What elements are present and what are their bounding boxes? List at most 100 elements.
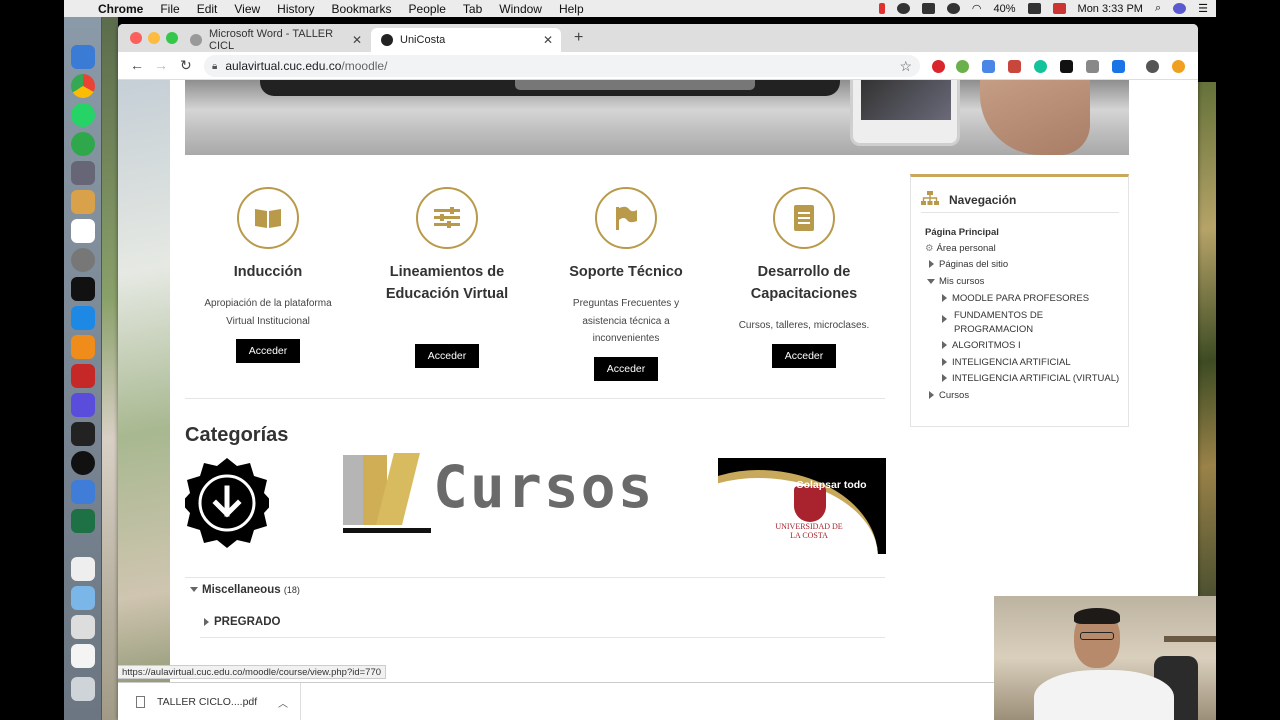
record-icon[interactable] [878,3,885,14]
back-icon[interactable]: ← [130,57,144,73]
terminal-icon[interactable] [71,277,95,301]
lock-icon: 🔒︎ [212,60,218,72]
menu-tab[interactable]: Tab [463,2,482,16]
chevron-up-icon[interactable]: ︿ [278,695,288,710]
bookmark-star-icon[interactable]: ☆ [899,58,912,75]
navigation-title: Navegación [949,192,1017,207]
tab-unicosta[interactable]: UniCosta ✕ [371,28,561,52]
calendar-icon[interactable] [71,219,95,243]
nav-course-item[interactable]: INTELIGENCIA ARTIFICIAL [942,357,1071,368]
acceder-button[interactable]: Acceder [593,356,659,381]
status-app-icon[interactable] [896,3,910,14]
acceder-button[interactable]: Acceder [414,344,480,368]
finder-icon[interactable] [71,45,95,69]
launchpad-icon[interactable] [71,161,95,185]
obs-icon[interactable] [71,451,95,475]
nav-site-pages[interactable]: Páginas del sitio [929,259,1008,270]
minimize-window-icon[interactable] [148,32,160,44]
nav-home-link[interactable]: Página Principal [925,227,999,238]
zoom-window-icon[interactable] [166,32,178,44]
folder-icon[interactable] [71,586,95,610]
battery-icon[interactable] [1027,3,1041,14]
filezilla-icon[interactable] [71,364,95,388]
document-icon[interactable] [71,557,95,581]
nav-course-item[interactable]: INTELIGENCIA ARTIFICIAL (VIRTUAL) [942,373,1119,384]
menu-help[interactable]: Help [559,2,584,16]
close-tab-icon[interactable]: ✕ [352,33,362,47]
flag-icon[interactable] [1052,3,1066,14]
menu-view[interactable]: View [234,2,260,16]
address-bar[interactable]: 🔒︎ aulavirtual.cuc.edu.co /moodle/ ☆ [204,55,920,77]
nav-course-item[interactable]: FUNDAMENTOS DE PROGRAMACION [942,309,1082,337]
menubar-clock[interactable]: Mon 3:33 PM [1078,3,1143,15]
close-tab-icon[interactable]: ✕ [543,33,553,47]
menu-people[interactable]: People [409,2,446,16]
profile-avatar-icon[interactable] [1146,60,1159,73]
downloads-stack-icon[interactable] [71,615,95,639]
nav-course-item[interactable]: ALGORITMOS I [942,340,1021,351]
acceder-button[interactable]: Acceder [235,339,301,363]
extension-icon[interactable] [932,60,945,73]
extension-icon[interactable] [1086,60,1099,73]
banner-hand [980,80,1090,155]
extension-icon[interactable] [1172,60,1185,73]
extension-icon[interactable] [982,60,995,73]
reload-icon[interactable]: ↻ [180,57,192,74]
cursos-logo[interactable]: Cursos [343,453,673,541]
sublime-icon[interactable] [71,335,95,359]
expand-right-icon [929,260,934,269]
gmail-icon[interactable] [1008,60,1021,73]
card-title: Soporte Técnico [569,264,683,280]
trash-icon[interactable] [71,677,95,701]
collapse-all-link[interactable]: Colapsar todo [796,479,867,491]
file-stack-icon[interactable] [71,644,95,668]
menu-window[interactable]: Window [499,2,542,16]
battery-percent[interactable]: 40% [994,3,1016,15]
nav-item-label: ALGORITMOS I [952,340,1021,351]
extension-icon[interactable] [956,60,969,73]
acceder-button[interactable]: Acceder [771,343,837,368]
close-window-icon[interactable] [130,32,142,44]
tab-word[interactable]: Microsoft Word - TALLER CICL ✕ [180,28,370,52]
nav-item-label: Cursos [939,390,970,401]
grammarly-icon[interactable] [1034,60,1047,73]
notes-icon[interactable] [71,190,95,214]
preview-icon[interactable] [71,480,95,504]
download-badge-icon[interactable] [185,458,269,548]
forward-icon[interactable]: → [154,57,168,73]
nav-item-label: Área personal [936,243,996,254]
menu-app-name[interactable]: Chrome [98,2,143,16]
vscode-icon[interactable] [71,306,95,330]
extension-icon[interactable] [1060,60,1073,73]
chrome-icon[interactable] [71,74,95,98]
menu-file[interactable]: File [160,2,179,16]
menu-bookmarks[interactable]: Bookmarks [332,2,392,16]
app-p-icon[interactable] [71,393,95,417]
excel-icon[interactable] [71,509,95,533]
card-description: Apropiación de la plataforma Virtual Ins… [204,298,332,327]
nav-personal-area[interactable]: ⚙︎ Área personal [925,243,996,254]
category-miscellaneous[interactable]: Miscellaneous (18) [190,584,300,596]
extension-icon[interactable] [1112,60,1125,73]
wifi-icon[interactable]: ◠ [972,2,982,15]
university-card[interactable]: UNIVERSIDAD DE LA COSTA Colapsar todo [718,458,886,554]
bluetooth-icon[interactable] [946,3,960,14]
spotlight-icon[interactable]: ⌕ [1155,2,1161,15]
system-preferences-icon[interactable] [71,248,95,272]
nav-cursos[interactable]: Cursos [929,390,969,401]
category-pregrado[interactable]: PREGRADO [204,616,280,628]
siri-icon[interactable] [1173,3,1187,14]
activity-monitor-icon[interactable] [71,422,95,446]
menu-history[interactable]: History [277,2,314,16]
app-icon[interactable] [71,132,95,156]
nav-my-courses[interactable]: Mis cursos [927,276,984,287]
flag-icon [595,187,657,249]
notification-center-icon[interactable]: ☰ [1198,2,1208,15]
nav-course-item[interactable]: MOODLE PARA PROFESORES [942,293,1089,304]
navigation-block: Navegación Página Principal ⚙︎ Área perso… [910,174,1129,427]
whatsapp-icon[interactable] [71,103,95,127]
download-item[interactable]: TALLER CICLO....pdf ︿ [118,683,301,720]
menu-edit[interactable]: Edit [197,2,218,16]
new-tab-icon[interactable]: + [574,29,583,47]
display-icon[interactable] [921,3,935,14]
